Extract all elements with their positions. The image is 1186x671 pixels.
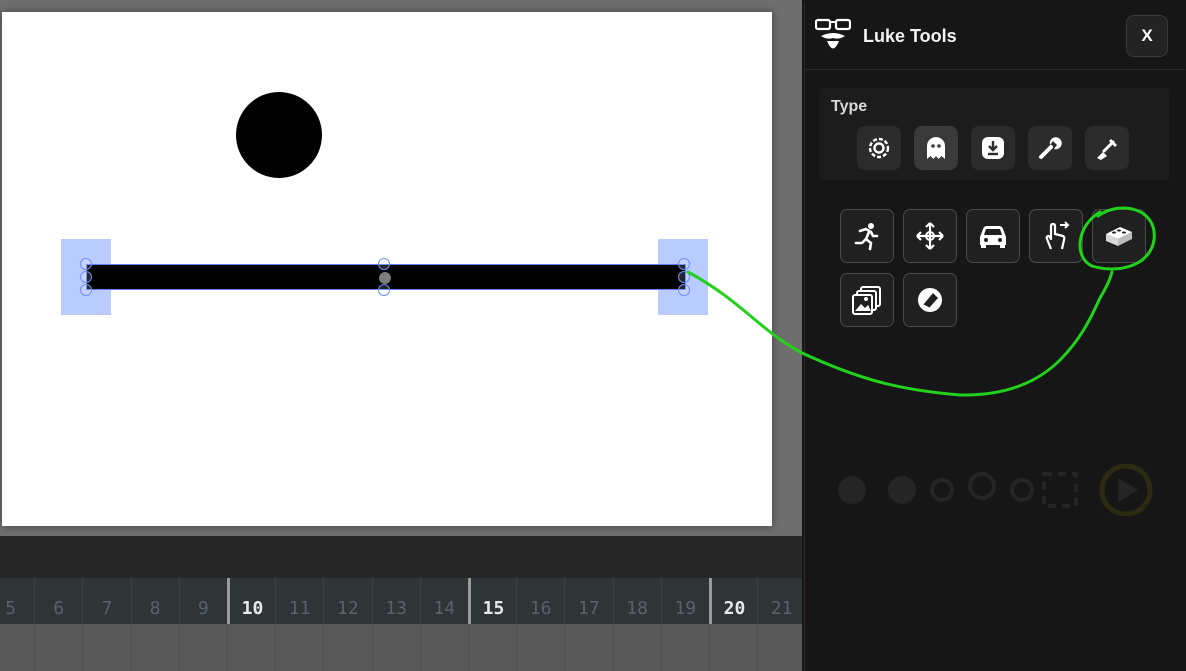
timeline-tick[interactable]: 21 xyxy=(757,578,805,624)
timeline-track-cell[interactable] xyxy=(564,624,612,671)
car-icon xyxy=(980,226,1006,248)
running-person-icon xyxy=(854,223,879,251)
type-label: Type xyxy=(831,98,868,115)
timeline-tick[interactable]: 9 xyxy=(178,578,227,624)
move-arrows-icon xyxy=(916,222,944,250)
shovel-icon xyxy=(1097,139,1117,160)
timeline-track-cell[interactable] xyxy=(0,624,34,671)
timeline-tick[interactable]: 18 xyxy=(612,578,661,624)
tool-button-brick[interactable] xyxy=(1092,209,1146,263)
scene-canvas[interactable] xyxy=(2,12,772,526)
timeline-tick[interactable]: 15 xyxy=(468,578,516,624)
brick-icon xyxy=(1106,227,1132,246)
ball-object[interactable] xyxy=(236,92,322,178)
timeline-tick[interactable]: 6 xyxy=(34,578,82,624)
timeline-tick[interactable]: 7 xyxy=(82,578,130,624)
type-button-ghost[interactable] xyxy=(914,126,958,170)
control-point[interactable] xyxy=(378,284,390,296)
timeline-track-cell[interactable] xyxy=(468,624,516,671)
control-point[interactable] xyxy=(80,284,92,296)
timeline: 5 6 7 8 9 10 11 12 13 14 15 16 17 18 19 20 21 xyxy=(0,536,802,671)
download-box-icon xyxy=(982,137,1004,159)
type-button-download[interactable] xyxy=(971,126,1015,170)
timeline-tick[interactable]: 19 xyxy=(660,578,709,624)
timeline-track-cell[interactable] xyxy=(34,624,82,671)
control-point[interactable] xyxy=(378,258,390,270)
timeline-ruler[interactable]: 5 6 7 8 9 10 11 12 13 14 15 16 17 18 19 20 21 xyxy=(0,578,802,624)
luke-tools-window: Luke Tools X Type xyxy=(804,2,1185,671)
timeline-track-cell[interactable] xyxy=(227,624,275,671)
tool-button-car[interactable] xyxy=(966,209,1020,263)
timeline-tick[interactable]: 14 xyxy=(419,578,468,624)
timeline-tick[interactable]: 10 xyxy=(227,578,275,624)
type-button-shovel[interactable] xyxy=(1085,126,1129,170)
faint-playback-controls xyxy=(838,464,1153,516)
type-button-rotate[interactable] xyxy=(857,126,901,170)
tool-button-move[interactable] xyxy=(903,209,957,263)
window-title: Luke Tools xyxy=(863,26,957,46)
timeline-tick[interactable]: 16 xyxy=(516,578,564,624)
control-point[interactable] xyxy=(678,271,690,283)
control-point[interactable] xyxy=(678,284,690,296)
timeline-track-cell[interactable] xyxy=(371,624,420,671)
tool-button-run[interactable] xyxy=(840,209,894,263)
timeline-track-cell[interactable] xyxy=(757,624,805,671)
timeline-track-cell[interactable] xyxy=(323,624,371,671)
tool-button-swipe[interactable] xyxy=(1029,209,1083,263)
glasses-mustache-logo-icon xyxy=(815,18,851,49)
timeline-track-cell[interactable] xyxy=(709,624,757,671)
touch-swipe-icon xyxy=(1045,221,1070,250)
type-button-wrench[interactable] xyxy=(1028,126,1072,170)
window-header: Luke Tools X xyxy=(805,2,1185,70)
timeline-track-cell[interactable] xyxy=(419,624,468,671)
timeline-tick[interactable]: 8 xyxy=(130,578,179,624)
wrench-icon xyxy=(1039,137,1062,159)
control-point[interactable] xyxy=(80,271,92,283)
timeline-tracks[interactable] xyxy=(0,624,802,671)
control-point-center[interactable] xyxy=(379,272,391,284)
timeline-track-cell[interactable] xyxy=(612,624,661,671)
timeline-track-cell[interactable] xyxy=(516,624,564,671)
timeline-tick[interactable]: 12 xyxy=(323,578,371,624)
timeline-tick[interactable]: 13 xyxy=(371,578,420,624)
timeline-tick[interactable]: 20 xyxy=(709,578,757,624)
tool-button-images[interactable] xyxy=(840,273,894,327)
rotate-cog-icon xyxy=(868,137,890,159)
stage-area xyxy=(0,0,802,536)
timeline-track-cell[interactable] xyxy=(82,624,130,671)
timeline-track-cell[interactable] xyxy=(275,624,323,671)
control-point[interactable] xyxy=(678,258,690,270)
eraser-icon xyxy=(918,288,942,312)
timeline-track-cell[interactable] xyxy=(660,624,709,671)
screen: 5 6 7 8 9 10 11 12 13 14 15 16 17 18 19 20 21 Luke Tools… xyxy=(0,0,1186,671)
control-point[interactable] xyxy=(80,258,92,270)
timeline-tick[interactable]: 11 xyxy=(275,578,323,624)
close-button[interactable]: X xyxy=(1126,15,1168,57)
image-stack-icon xyxy=(852,286,881,315)
timeline-tick[interactable]: 17 xyxy=(564,578,612,624)
timeline-tick[interactable]: 5 xyxy=(0,578,34,624)
type-section: Type xyxy=(819,88,1169,180)
tool-button-eraser[interactable] xyxy=(903,273,957,327)
timeline-track-cell[interactable] xyxy=(178,624,227,671)
timeline-toolbar xyxy=(0,536,802,578)
ghost-icon xyxy=(927,137,945,159)
timeline-track-cell[interactable] xyxy=(130,624,179,671)
